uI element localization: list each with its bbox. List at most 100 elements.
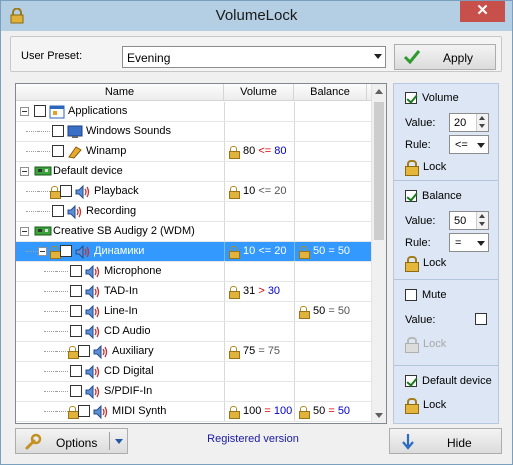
tree-row[interactable]: Windows Sounds: [16, 122, 373, 142]
tree-guide: [26, 191, 38, 192]
tree-row[interactable]: CD Audio: [16, 322, 373, 342]
collapse-toggle-icon[interactable]: [20, 167, 29, 176]
tree-row[interactable]: S/PDIF-In: [16, 382, 373, 402]
row-checkbox[interactable]: [78, 405, 90, 417]
volume-cell[interactable]: [224, 122, 294, 141]
volume-cell[interactable]: [224, 382, 294, 401]
volume-cell[interactable]: [224, 262, 294, 281]
speaker-icon: [85, 264, 101, 282]
close-button[interactable]: ✕: [460, 1, 505, 22]
tree-row[interactable]: Microphone: [16, 262, 373, 282]
row-checkbox[interactable]: [60, 185, 72, 197]
balance-cell[interactable]: 50 = 50: [294, 242, 367, 261]
volume-checkbox[interactable]: [405, 92, 417, 104]
balance-cell[interactable]: [294, 222, 367, 241]
speaker-icon: [93, 344, 109, 362]
row-checkbox[interactable]: [70, 265, 82, 277]
user-preset-select[interactable]: Evening: [122, 46, 386, 68]
tree-row[interactable]: CD Digital: [16, 362, 373, 382]
balance-cell[interactable]: [294, 162, 367, 181]
scroll-up-icon[interactable]: [375, 89, 383, 94]
balance-cell[interactable]: 50 = 50: [294, 402, 367, 421]
tree-row[interactable]: Динамики 10 <= 20 50 = 50: [16, 242, 373, 262]
row-checkbox[interactable]: [52, 145, 64, 157]
collapse-toggle-icon[interactable]: [20, 107, 29, 116]
chevron-down-icon[interactable]: [115, 439, 123, 444]
balance-cell[interactable]: 50 = 50: [294, 302, 367, 321]
balance-checkbox[interactable]: [405, 190, 417, 202]
hide-button[interactable]: Hide: [389, 428, 502, 454]
volume-cell[interactable]: 80 <= 80: [224, 142, 294, 161]
balance-cell[interactable]: [294, 342, 367, 361]
volume-cell[interactable]: [224, 322, 294, 341]
balance-lock-toggle[interactable]: Lock: [423, 257, 446, 269]
tree-row[interactable]: Creative SB Audigy 2 (WDM): [16, 222, 373, 242]
tree-row[interactable]: Auxiliary 75 = 75: [16, 342, 373, 362]
row-checkbox[interactable]: [52, 125, 64, 137]
row-checkbox[interactable]: [60, 245, 72, 257]
tree-row[interactable]: Line-In 50 = 50: [16, 302, 373, 322]
mute-checkbox[interactable]: [405, 289, 417, 301]
tree-row[interactable]: Winamp 80 <= 80: [16, 142, 373, 162]
default-device-checkbox[interactable]: [405, 375, 417, 387]
balance-cell[interactable]: [294, 362, 367, 381]
volume-cell[interactable]: 75 = 75: [224, 342, 294, 361]
apply-button[interactable]: Apply: [394, 44, 496, 70]
volume-cell[interactable]: [224, 202, 294, 221]
row-checkbox[interactable]: [78, 345, 90, 357]
spin-arrows-icon[interactable]: [476, 212, 488, 229]
tree-row[interactable]: Applications: [16, 102, 373, 122]
column-name[interactable]: Name: [16, 84, 224, 101]
collapse-toggle-icon[interactable]: [20, 227, 29, 236]
row-checkbox[interactable]: [34, 105, 46, 117]
volume-cell[interactable]: 10 <= 20: [224, 182, 294, 201]
applications-icon: [49, 105, 65, 122]
balance-cell[interactable]: [294, 382, 367, 401]
volume-cell[interactable]: [224, 102, 294, 121]
balance-cell[interactable]: [294, 262, 367, 281]
tree-row[interactable]: Playback 10 <= 20: [16, 182, 373, 202]
tree-row[interactable]: TAD-In 31 > 30: [16, 282, 373, 302]
tree-row[interactable]: Default device: [16, 162, 373, 182]
row-checkbox[interactable]: [70, 385, 82, 397]
volume-lock-toggle[interactable]: Lock: [423, 161, 446, 173]
row-checkbox[interactable]: [52, 205, 64, 217]
volume-value-spinner[interactable]: 20: [449, 113, 489, 132]
tree-row[interactable]: MIDI Synth 100 = 100 50 = 50: [16, 402, 373, 422]
column-balance[interactable]: Balance: [294, 84, 367, 101]
row-checkbox[interactable]: [70, 305, 82, 317]
balance-value-spinner[interactable]: 50: [449, 211, 489, 230]
volume-cell[interactable]: 100 = 100: [224, 402, 294, 421]
volume-cell[interactable]: [224, 302, 294, 321]
volume-cell[interactable]: [224, 222, 294, 241]
chevron-down-icon: [477, 143, 485, 148]
balance-cell[interactable]: [294, 142, 367, 161]
row-checkbox[interactable]: [70, 365, 82, 377]
volume-rule-select[interactable]: <=: [449, 135, 489, 154]
balance-cell[interactable]: [294, 122, 367, 141]
balance-cell[interactable]: [294, 202, 367, 221]
mute-value-checkbox[interactable]: [475, 313, 487, 325]
balance-cell[interactable]: [294, 102, 367, 121]
volume-cell[interactable]: [224, 362, 294, 381]
default-device-lock-toggle[interactable]: Lock: [423, 399, 446, 411]
device-tree[interactable]: Name Volume Balance Applications Windows …: [15, 83, 387, 424]
column-volume[interactable]: Volume: [224, 84, 294, 101]
tree-scrollbar[interactable]: [371, 84, 386, 423]
row-checkbox[interactable]: [70, 325, 82, 337]
balance-cell[interactable]: [294, 322, 367, 341]
balance-cell[interactable]: [294, 182, 367, 201]
collapse-toggle-icon[interactable]: [38, 247, 47, 256]
scroll-thumb[interactable]: [374, 102, 384, 240]
spin-arrows-icon[interactable]: [476, 114, 488, 131]
options-button[interactable]: Options: [15, 428, 128, 454]
tree-guide: [44, 411, 56, 412]
scroll-down-icon[interactable]: [375, 413, 383, 418]
row-checkbox[interactable]: [70, 285, 82, 297]
volume-cell[interactable]: 10 <= 20: [224, 242, 294, 261]
volume-cell[interactable]: [224, 162, 294, 181]
volume-cell[interactable]: 31 > 30: [224, 282, 294, 301]
balance-cell[interactable]: [294, 282, 367, 301]
balance-rule-select[interactable]: =: [449, 233, 489, 252]
tree-row[interactable]: Recording: [16, 202, 373, 222]
